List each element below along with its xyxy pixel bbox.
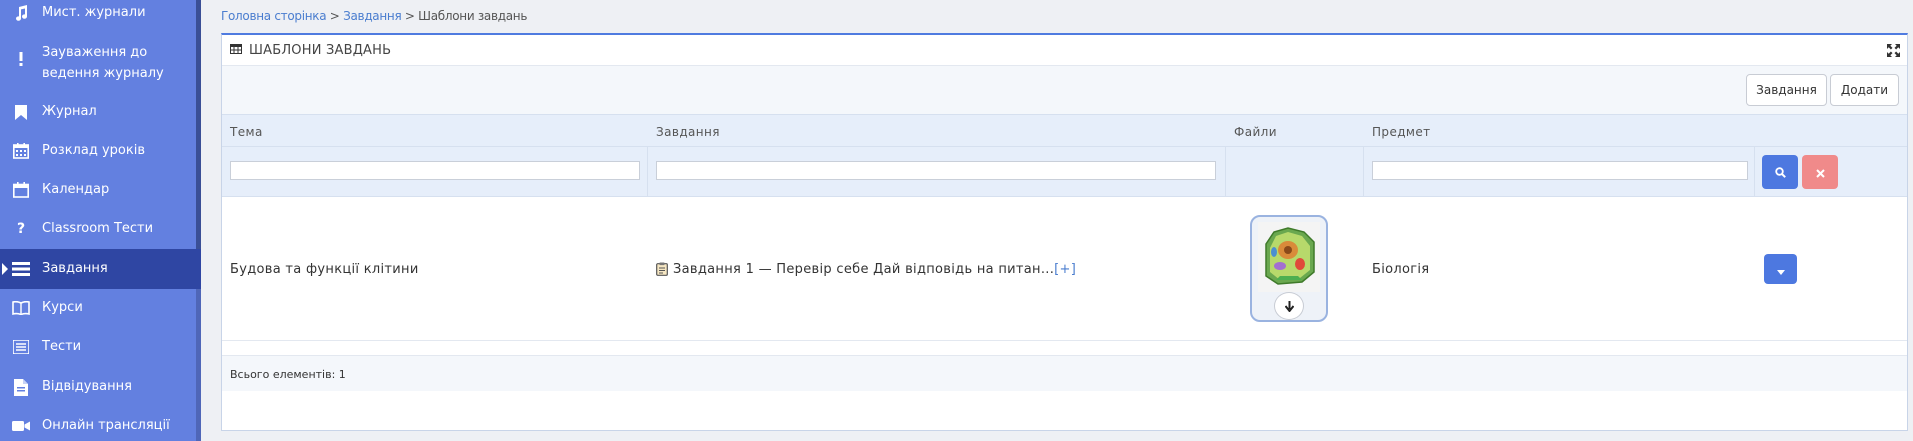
sidebar-item-courses[interactable]: Курси	[0, 297, 201, 319]
music-note-icon	[0, 5, 42, 21]
plant-cell-thumbnail-icon[interactable]	[1258, 222, 1320, 292]
question-icon: ?	[16, 221, 26, 237]
sidebar-item-calendar[interactable]: Календар	[0, 179, 201, 201]
sidebar-item-music-journals[interactable]: Мист. журнали	[0, 2, 201, 24]
calendar-grid-icon	[0, 143, 42, 159]
table-row[interactable]: Будова та функції клітини Завдання 1 — П…	[222, 197, 1907, 341]
table-icon	[230, 43, 242, 58]
grid-header: Тема Завдання Файли Предмет	[222, 114, 1907, 147]
sidebar-item-journal-remarks[interactable]: Зауваження до ведення журналу	[0, 42, 201, 84]
page-title: ШАБЛОНИ ЗАВДАНЬ	[230, 43, 391, 58]
task-expand-link[interactable]: [+]	[1054, 262, 1076, 277]
sidebar-scrollbar-thumb[interactable]	[196, 0, 201, 250]
search-button[interactable]	[1762, 155, 1798, 189]
sidebar-item-label: Classroom Тести	[42, 221, 154, 236]
sidebar-item-attendance[interactable]: Відвідування	[0, 376, 201, 398]
tasks-icon	[0, 262, 42, 276]
column-header-subject[interactable]: Предмет	[1372, 115, 1431, 148]
sidebar-item-label: Мист. журнали	[42, 5, 146, 20]
clear-filter-button[interactable]	[1802, 155, 1838, 189]
subject-filter-input[interactable]	[1372, 161, 1748, 180]
close-icon	[1815, 163, 1825, 182]
task-filter-input[interactable]	[656, 161, 1216, 180]
caret-down-icon	[1776, 260, 1785, 279]
subject-cell: Біологія	[1372, 261, 1430, 277]
sidebar-item-label: Тести	[42, 339, 82, 354]
breadcrumb-current: Шаблони завдань	[418, 9, 528, 23]
panel-footer: Всього елементів: 1	[222, 355, 1907, 391]
sidebar-item-label: Відвідування	[42, 379, 132, 394]
book-open-icon	[0, 301, 42, 315]
sidebar-item-label: Онлайн трансляції	[42, 418, 170, 433]
task-text: Завдання 1 — Перевір себе Дай відповідь …	[673, 261, 1055, 277]
column-header-task[interactable]: Завдання	[656, 115, 720, 148]
sidebar-item-label: Курси	[42, 300, 83, 315]
search-icon	[1774, 163, 1786, 182]
row-actions-dropdown-button[interactable]	[1764, 254, 1797, 284]
expand-icon[interactable]	[1887, 42, 1901, 57]
sidebar-item-label: Завдання	[42, 261, 108, 276]
sidebar-item-label-line2: ведення журналу	[42, 66, 164, 81]
sidebar: Мист. журнали Зауваження до ведення журн…	[0, 0, 201, 441]
tasks-button[interactable]: Завдання	[1746, 74, 1827, 106]
sidebar-item-label: Зауваження до	[42, 45, 148, 60]
exclamation-icon	[0, 42, 42, 66]
column-header-files[interactable]: Файли	[1234, 115, 1277, 148]
breadcrumb-tasks-link[interactable]: Завдання	[343, 9, 402, 23]
filter-cell-subject	[1364, 147, 1755, 197]
column-header-topic[interactable]: Тема	[230, 115, 263, 148]
sidebar-item-label: Календар	[42, 182, 110, 197]
video-camera-icon	[0, 420, 42, 432]
total-count: Всього елементів: 1	[230, 368, 346, 381]
breadcrumb-separator: >	[326, 9, 344, 23]
topic-filter-input[interactable]	[230, 161, 640, 180]
breadcrumb-home-link[interactable]: Головна сторінка	[221, 9, 327, 23]
filter-cell-task	[648, 147, 1226, 197]
filter-row	[222, 147, 1907, 197]
task-cell: Завдання 1 — Перевір себе Дай відповідь …	[656, 197, 1076, 341]
sidebar-item-label: Розклад уроків	[42, 143, 145, 158]
sidebar-item-tasks[interactable]: Завдання	[0, 249, 201, 289]
clipboard-icon	[656, 262, 668, 276]
topic-cell: Будова та функції клітини	[230, 261, 419, 277]
filter-cell-files	[1226, 147, 1364, 197]
panel-title-text: ШАБЛОНИ ЗАВДАНЬ	[249, 42, 392, 58]
breadcrumb: Головна сторінка > Завдання > Шаблони за…	[221, 9, 527, 23]
sidebar-item-online-streams[interactable]: Онлайн трансляції	[0, 415, 201, 437]
main-content: Головна сторінка > Завдання > Шаблони за…	[206, 0, 1913, 441]
document-icon	[0, 378, 42, 396]
panel-header: ШАБЛОНИ ЗАВДАНЬ	[222, 35, 1907, 66]
file-thumbnail-card[interactable]	[1250, 215, 1328, 322]
add-button[interactable]: Додати	[1830, 74, 1899, 106]
filter-cell-topic	[222, 147, 648, 197]
sidebar-item-label: Журнал	[42, 104, 97, 119]
sidebar-item-schedule[interactable]: Розклад уроків	[0, 140, 201, 162]
sidebar-item-classroom-tests[interactable]: ? Classroom Тести	[0, 218, 201, 240]
arrow-down-icon	[1284, 297, 1294, 316]
download-button[interactable]	[1274, 292, 1304, 320]
breadcrumb-separator: >	[401, 9, 419, 23]
bookmark-icon	[0, 104, 42, 120]
panel-toolbar: Завдання Додати	[222, 66, 1907, 114]
sidebar-item-journal[interactable]: Журнал	[0, 101, 201, 123]
calendar-icon	[0, 182, 42, 198]
task-templates-panel: ШАБЛОНИ ЗАВДАНЬ Завдання Додати Тема Зав…	[221, 33, 1908, 431]
list-icon	[0, 340, 42, 354]
sidebar-item-tests[interactable]: Тести	[0, 336, 201, 358]
